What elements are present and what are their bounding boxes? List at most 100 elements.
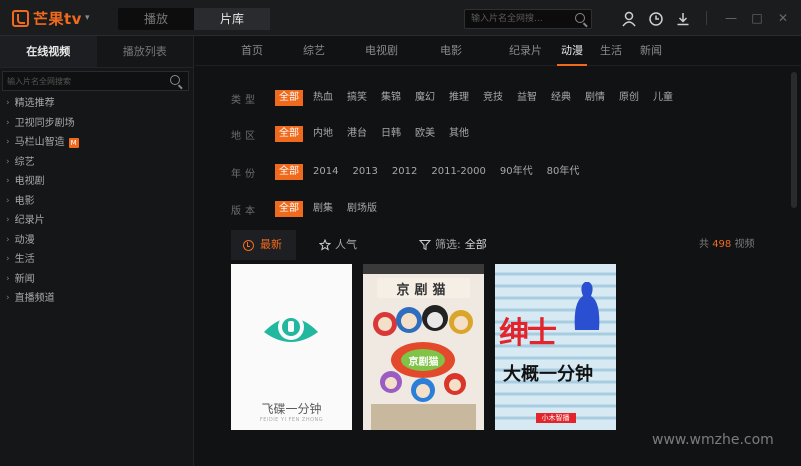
sidebar-item-variety[interactable]: › 综艺 (0, 153, 193, 173)
mango-logo-icon (12, 9, 29, 27)
minimize-button[interactable]: — (718, 9, 744, 27)
history-clock-icon[interactable] (647, 10, 665, 28)
filter-chip[interactable]: 剧集 (309, 201, 337, 217)
sidebar-item-satellite-theater[interactable]: › 卫视同步剧场 (0, 114, 193, 134)
filter-chip[interactable]: 全部 (275, 201, 303, 217)
poster-card[interactable]: 绅士 大概一分钟 小木智播 (495, 264, 616, 430)
sidebar-search-box (2, 71, 189, 91)
filter-chip[interactable]: 全部 (275, 164, 303, 180)
tab-variety[interactable]: 综艺 (303, 36, 325, 66)
filter-chip[interactable]: 90年代 (496, 164, 537, 180)
filter-chip[interactable]: 热血 (309, 90, 337, 106)
maximize-button[interactable]: □ (744, 9, 770, 27)
sidebar-item-featured[interactable]: › 精选推荐 (0, 94, 193, 114)
sidebar-item-label: 生活 (14, 254, 35, 265)
filter-chip[interactable]: 竞技 (479, 90, 507, 106)
sidebar-item-label: 纪录片 (14, 215, 45, 226)
filter-chip[interactable]: 全部 (275, 126, 303, 142)
chevron-right-icon: › (6, 98, 10, 108)
user-icon[interactable] (620, 10, 638, 28)
chevron-right-icon: › (6, 215, 10, 225)
tab-online-video[interactable]: 在线视频 (0, 36, 97, 67)
filter-chip[interactable]: 全部 (275, 90, 303, 106)
poster-subtitle: 大概一分钟 (503, 364, 593, 385)
sidebar-item-malanshan[interactable]: › 马栏山智造 M (0, 133, 193, 153)
filter-chip[interactable]: 2011-2000 (427, 164, 490, 180)
funnel-icon (419, 240, 431, 251)
poster-card[interactable]: 飞碟一分钟 FEIDIE YI FEN ZHONG (231, 264, 352, 430)
sort-latest-label: 最新 (260, 238, 282, 251)
filter-chip[interactable]: 魔幻 (411, 90, 439, 106)
poster-subtitle: FEIDIE YI FEN ZHONG (259, 417, 324, 423)
chevron-right-icon: › (6, 137, 10, 147)
sort-popular-button[interactable]: 人气 (319, 230, 357, 260)
chevron-right-icon: › (6, 156, 10, 167)
sort-latest-button[interactable]: 最新 (231, 230, 296, 260)
filter-chip[interactable]: 2013 (348, 164, 381, 180)
filter-chip[interactable]: 其他 (445, 126, 473, 142)
filter-chip[interactable]: 80年代 (543, 164, 584, 180)
sidebar-item-movie[interactable]: › 电影 (0, 192, 193, 212)
download-icon[interactable] (674, 10, 692, 28)
filter-chip[interactable]: 搞笑 (343, 90, 371, 106)
sidebar-item-label: 新闻 (14, 273, 35, 285)
filter-chip[interactable]: 集锦 (377, 90, 405, 106)
app-logo[interactable]: 芒果tv ▾ (12, 8, 89, 28)
chevron-right-icon: › (6, 176, 10, 186)
tab-movie[interactable]: 电影 (440, 36, 462, 66)
scrollbar-thumb[interactable] (791, 72, 797, 208)
chevron-down-icon[interactable]: ▾ (85, 13, 90, 23)
tab-playlist[interactable]: 播放列表 (97, 36, 194, 67)
filter-chip[interactable]: 欧美 (411, 126, 439, 142)
sort-bar: 最新 人气 筛选: 全部 共 498 视频 (231, 230, 776, 260)
poster-title: 飞碟一分钟 (261, 402, 322, 416)
poster-title: 绅士 (499, 316, 557, 351)
sidebar-item-label: 卫视同步剧场 (14, 117, 75, 129)
sidebar-item-label: 精选推荐 (14, 98, 55, 109)
poster-footer-wrap: 小木智播 (495, 410, 616, 423)
title-bar: 芒果tv ▾ 播放 片库 — □ ✕ (0, 0, 801, 36)
watermark: www.wmzhe.com (652, 432, 774, 448)
filter-button[interactable]: 筛选: 全部 (419, 230, 487, 260)
sidebar-item-live[interactable]: › 直播频道 (0, 289, 193, 309)
chevron-right-icon: › (6, 273, 10, 284)
search-icon[interactable] (170, 75, 180, 85)
filter-chip[interactable]: 经典 (547, 90, 575, 106)
sidebar-search-input[interactable] (3, 72, 163, 90)
filter-label: 版本 (231, 205, 259, 217)
tab-library[interactable]: 片库 (194, 8, 270, 30)
poster-card[interactable]: 京剧猫 京剧猫 (363, 264, 484, 430)
filter-chip[interactable]: 益智 (513, 90, 541, 106)
tab-tv-series[interactable]: 电视剧 (365, 36, 398, 66)
sidebar-item-anime[interactable]: › 动漫 (0, 231, 193, 251)
tab-home[interactable]: 首页 (241, 36, 263, 66)
tab-play[interactable]: 播放 (118, 8, 194, 30)
filter-chip[interactable]: 剧情 (581, 90, 609, 106)
new-badge: M (68, 137, 79, 148)
filter-chip[interactable]: 推理 (445, 90, 473, 106)
sidebar-item-news[interactable]: › 新闻 (0, 270, 193, 290)
sidebar-item-label: 直播频道 (14, 293, 55, 304)
tab-documentary[interactable]: 纪录片 (509, 36, 542, 66)
sidebar-item-life[interactable]: › 生活 (0, 250, 193, 270)
sort-popular-label: 人气 (335, 238, 357, 251)
tab-life[interactable]: 生活 (600, 36, 622, 66)
sidebar-item-tv-series[interactable]: › 电视剧 (0, 172, 193, 192)
top-search-input[interactable] (465, 10, 565, 28)
filter-chip[interactable]: 内地 (309, 126, 337, 142)
tab-anime[interactable]: 动漫 (557, 36, 587, 66)
sidebar-item-label: 电视剧 (14, 176, 45, 187)
sidebar-item-documentary[interactable]: › 纪录片 (0, 211, 193, 231)
filter-chip[interactable]: 剧场版 (343, 201, 381, 217)
search-icon[interactable] (575, 13, 585, 23)
filter-chip[interactable]: 2014 (309, 164, 342, 180)
close-button[interactable]: ✕ (770, 9, 796, 27)
chevron-right-icon: › (6, 254, 10, 264)
filter-chip[interactable]: 2012 (388, 164, 421, 180)
filter-chip[interactable]: 日韩 (377, 126, 405, 142)
filter-chip[interactable]: 原创 (615, 90, 643, 106)
filter-chip[interactable]: 港台 (343, 126, 371, 142)
sidebar-item-label: 电影 (14, 195, 35, 207)
tab-news[interactable]: 新闻 (640, 36, 662, 66)
filter-chip[interactable]: 儿童 (649, 90, 677, 106)
